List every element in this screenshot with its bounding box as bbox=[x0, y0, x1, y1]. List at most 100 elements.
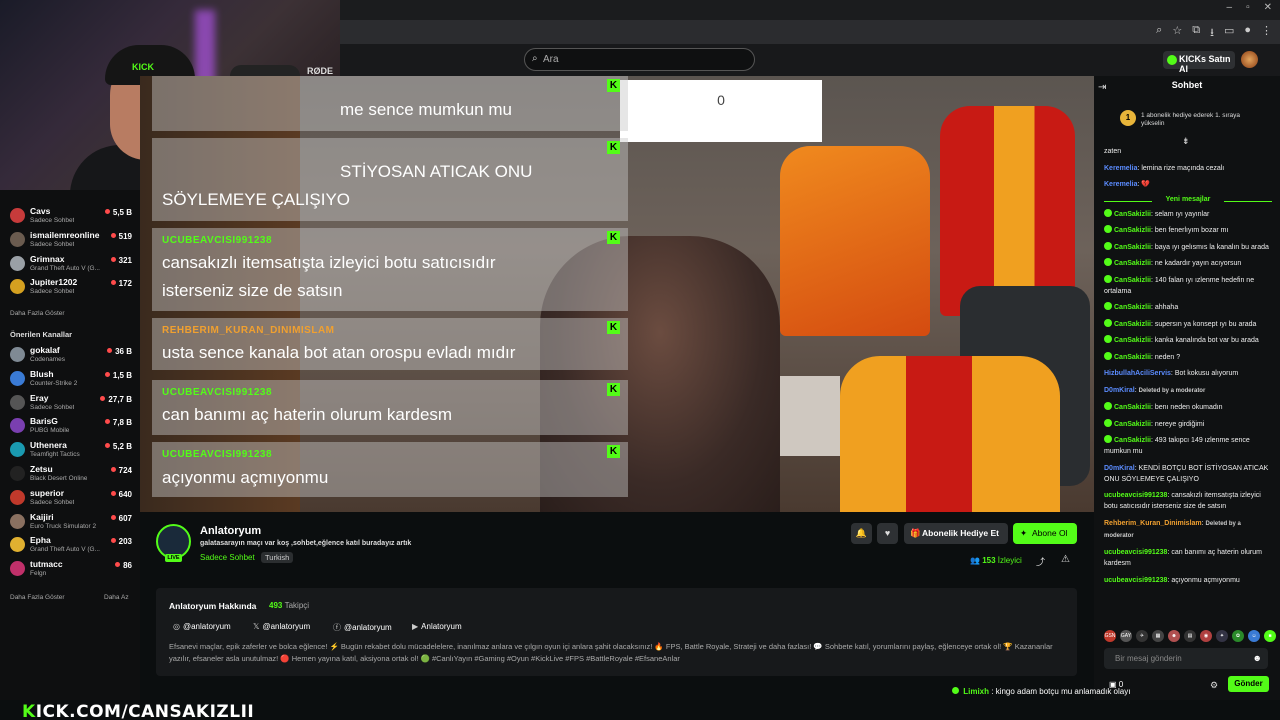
emote-icon[interactable]: ☻ bbox=[1168, 630, 1180, 642]
sidebar-channel-gokalaf[interactable]: gokalaf Codenames 36 B bbox=[10, 344, 136, 366]
channel-avatar bbox=[10, 466, 25, 481]
send-button[interactable]: Gönder bbox=[1228, 676, 1269, 692]
chat-username[interactable]: CanSakizlii bbox=[1114, 211, 1151, 218]
chat-username[interactable]: D0mKiral bbox=[1104, 387, 1135, 394]
sidebar-channel-epha[interactable]: Epha Grand Theft Auto V (G... 203 bbox=[10, 534, 136, 556]
x-link[interactable]: 𝕏 @anlatoryum bbox=[253, 622, 310, 631]
user-avatar[interactable] bbox=[1241, 51, 1258, 68]
star-icon[interactable]: ☆ bbox=[1172, 24, 1182, 43]
x-handle: @anlatoryum bbox=[262, 622, 311, 631]
gift-sub-button[interactable]: 🎁 Abonelik Hediye Et bbox=[904, 523, 1008, 544]
notification-bell-button[interactable]: 🔔 bbox=[851, 523, 872, 544]
extensions-icon[interactable]: ⧉ bbox=[1192, 24, 1200, 43]
chat-username[interactable]: Keremelia bbox=[1104, 165, 1137, 172]
emote-icon[interactable]: ✈ bbox=[1136, 630, 1148, 642]
emote-icon[interactable]: ■ bbox=[1264, 630, 1276, 642]
chat-username[interactable]: CanSakizlii bbox=[1114, 421, 1151, 428]
channel-avatar bbox=[10, 489, 25, 505]
sidebar-channel-ismailemreonline[interactable]: ismailemreonline Sadece Sohbet 519 bbox=[10, 229, 136, 251]
close-icon[interactable]: ✕ bbox=[1264, 2, 1272, 13]
emote-icon[interactable]: ▦ bbox=[1152, 630, 1164, 642]
emote-icon[interactable]: ▤ bbox=[1184, 630, 1196, 642]
verified-badge-icon bbox=[1104, 402, 1112, 410]
emoji-picker-icon[interactable]: ☻ bbox=[1253, 653, 1262, 663]
show-more-link[interactable]: Daha Fazla Göster bbox=[10, 310, 65, 317]
instagram-link[interactable]: ◎ @anlatoryum bbox=[173, 622, 231, 631]
stream-category[interactable]: Sadece Sohbet bbox=[200, 553, 255, 562]
channel-avatar bbox=[10, 537, 25, 553]
chat-username[interactable]: ucubeavcisi991238 bbox=[1104, 492, 1167, 499]
follow-button[interactable]: ♥ bbox=[877, 523, 898, 544]
x-icon: 𝕏 bbox=[253, 622, 260, 631]
chat-username[interactable]: CanSakizlii bbox=[1114, 404, 1151, 411]
chat-username[interactable]: CanSakizlii bbox=[1114, 337, 1151, 344]
minimize-icon[interactable]: – bbox=[1227, 2, 1233, 13]
chat-username[interactable]: Rehberim_Kuran_Dinimislam bbox=[1104, 520, 1202, 527]
chat-text: ben fenerlıyım bozar mı bbox=[1154, 227, 1229, 234]
chat-username[interactable]: CanSakizlii bbox=[1114, 244, 1151, 251]
show-more-recommended-link[interactable]: Daha Fazla Göster bbox=[10, 594, 65, 601]
channel-category: PUBG Mobile bbox=[30, 427, 70, 435]
subscribe-button[interactable]: ✦ Abone Ol bbox=[1013, 523, 1077, 544]
emote-icon[interactable]: GAY bbox=[1120, 630, 1132, 642]
chat-text: benı neden okumadın bbox=[1154, 404, 1223, 411]
sidebar-channel-superior[interactable]: superior Sadece Sohbet 640 bbox=[10, 487, 136, 509]
language-tag[interactable]: Turkish bbox=[261, 552, 294, 563]
chat-input[interactable]: Bir mesaj gönderin ☻ bbox=[1104, 648, 1268, 669]
chat-username[interactable]: HizbullahAciliServis bbox=[1104, 370, 1171, 377]
facebook-link[interactable]: ⓕ @anlatoryum bbox=[333, 622, 392, 633]
sidebar-channel-grimnax[interactable]: Grimnax Grand Theft Auto V (G... 321 bbox=[10, 253, 136, 275]
chat-username[interactable]: ucubeavcisi991238 bbox=[1104, 577, 1167, 584]
sidebar-channel-cavs[interactable]: Cavs Sadece Sohbet 5,5 B bbox=[10, 205, 136, 227]
chat-username[interactable]: CanSakizlii bbox=[1114, 260, 1151, 267]
chat-username[interactable]: CanSakizlii bbox=[1114, 354, 1151, 361]
share-icon[interactable]: ⤴ bbox=[1036, 555, 1045, 568]
channel-category: Teamfight Tactics bbox=[30, 451, 80, 459]
subscribe-label: Abone Ol bbox=[1032, 528, 1068, 538]
chat-text: 💔 bbox=[1141, 181, 1151, 188]
report-icon[interactable]: ⚠ bbox=[1061, 554, 1070, 565]
menu-icon[interactable]: ⋮ bbox=[1261, 24, 1272, 43]
sidebar-icon[interactable]: ▭ bbox=[1224, 24, 1234, 43]
sidebar-channel-uthenera[interactable]: Uthenera Teamfight Tactics 5,2 B bbox=[10, 439, 136, 461]
sidebar-channel-jupiter1202[interactable]: Jupiter1202 Sadece Sohbet 172 bbox=[10, 276, 136, 298]
chat-username[interactable]: ucubeavcisi991238 bbox=[1104, 549, 1167, 556]
maximize-icon[interactable]: ▫ bbox=[1246, 2, 1250, 13]
chat-username[interactable]: CanSakizlii bbox=[1114, 321, 1151, 328]
chat-username[interactable]: CanSakizlii bbox=[1114, 277, 1151, 284]
chat-username[interactable]: Keremelia bbox=[1104, 181, 1137, 188]
buy-kicks-button[interactable]: KICKs Satın Al bbox=[1163, 51, 1235, 74]
channel-category: Sadece Sohbet bbox=[30, 217, 75, 224]
chat-text: selam ıyı yayınlar bbox=[1154, 210, 1210, 218]
emote-icon[interactable]: ☺ bbox=[1248, 630, 1260, 642]
channel-name[interactable]: Anlatoryum bbox=[200, 525, 261, 537]
sidebar-channel-eray[interactable]: Eray Sadece Sohbet 27,7 B bbox=[10, 392, 136, 414]
gear-icon[interactable]: ⚙ bbox=[1210, 680, 1218, 691]
gift-leaderboard-banner[interactable]: 1 1 abonelik hediye ederek 1. sıraya yük… bbox=[1100, 108, 1270, 132]
channel-name: Zetsu bbox=[30, 464, 53, 474]
youtube-link[interactable]: ▶ Anlatoryum bbox=[412, 622, 462, 631]
download-icon[interactable]: ⭳ bbox=[1210, 24, 1214, 43]
chat-message: Keremelia: 💔 bbox=[1104, 181, 1151, 188]
search-icon[interactable]: ⌕ bbox=[1156, 24, 1162, 43]
overlay-text: açıyonmu açmıyonmu bbox=[162, 468, 329, 487]
chat-username[interactable]: CanSakizlii bbox=[1114, 304, 1151, 311]
chat-username[interactable]: CanSakizlii bbox=[1114, 227, 1151, 234]
search-input[interactable]: ⌕ Ara bbox=[524, 48, 755, 71]
emote-icon[interactable]: ✦ bbox=[1216, 630, 1228, 642]
emote-icon[interactable]: ✿ bbox=[1232, 630, 1244, 642]
sidebar-channel-kaijiri[interactable]: Kaijiri Euro Truck Simulator 2 607 bbox=[10, 511, 136, 533]
browser-address-bar[interactable] bbox=[340, 20, 1280, 44]
chat-username[interactable]: D0mKiral bbox=[1104, 465, 1135, 472]
recommended-header: Önerilen Kanallar bbox=[10, 330, 73, 339]
sidebar-channel-zetsu[interactable]: Zetsu Black Desert Online 724 bbox=[10, 463, 136, 485]
sidebar-channel-tutmacc[interactable]: tutmacc Felgn 86 bbox=[10, 558, 136, 580]
profile-icon[interactable]: ● bbox=[1244, 24, 1251, 43]
emote-icon[interactable]: GSN bbox=[1104, 630, 1116, 642]
chat-message-list[interactable]: zaten Keremelia: lemina rize maçında ceza… bbox=[1104, 146, 1272, 591]
sidebar-channel-barisg[interactable]: BarisG PUBG Mobile 7,8 B bbox=[10, 415, 136, 437]
sidebar-channel-blush[interactable]: Blush Counter-Strike 2 1,5 B bbox=[10, 368, 136, 390]
chat-username[interactable]: CanSakizlii bbox=[1114, 437, 1151, 444]
show-less-link[interactable]: Daha Az bbox=[104, 594, 129, 601]
emote-icon[interactable]: ◉ bbox=[1200, 630, 1212, 642]
